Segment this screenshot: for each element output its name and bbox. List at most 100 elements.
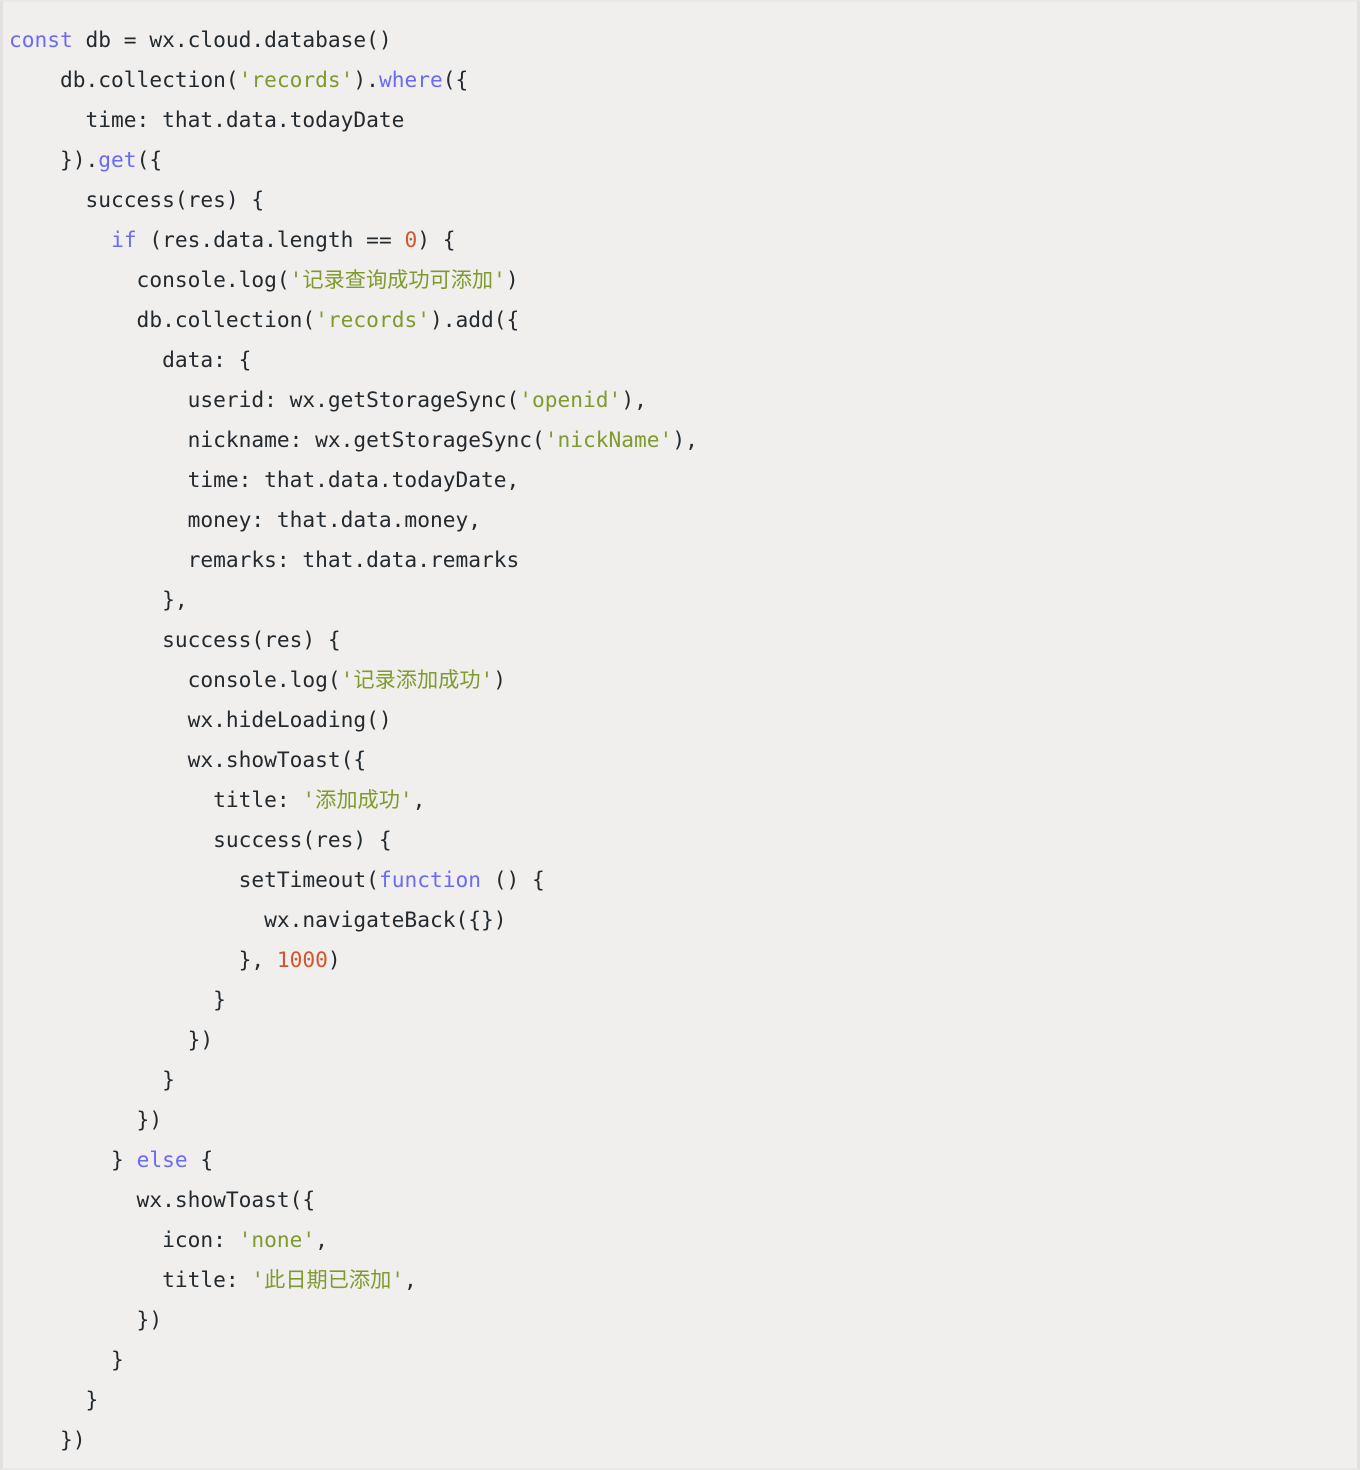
code-token-txt: wx.showToast({ <box>9 1187 316 1212</box>
code-token-str: 'records' <box>238 67 354 92</box>
code-token-fn: where <box>378 67 443 92</box>
code-token-txt: data: { <box>9 347 252 372</box>
code-token-kw: else <box>136 1147 188 1172</box>
code-token-txt: remarks: that.data.remarks <box>9 547 520 572</box>
code-token-txt: money: that.data.money, <box>9 507 481 532</box>
code-token-txt: ), <box>672 427 698 452</box>
code-token-txt: wx.hideLoading() <box>9 707 392 732</box>
code-token-txt: db.collection( <box>9 67 239 92</box>
code-line: } else { <box>9 1140 1357 1180</box>
code-token-txt: } <box>9 1387 99 1412</box>
code-token-kw: if <box>111 227 137 252</box>
code-token-txt: } <box>9 1347 124 1372</box>
code-line: wx.showToast({ <box>9 1180 1357 1220</box>
code-token-txt: console.log( <box>9 267 290 292</box>
code-line: }) <box>9 1100 1357 1140</box>
code-line: if (res.data.length == 0) { <box>9 220 1357 260</box>
code-token-txt: db.collection( <box>9 307 316 332</box>
code-token-txt: ). <box>353 67 379 92</box>
code-token-txt: } <box>9 987 226 1012</box>
code-line: const db = wx.cloud.database() <box>9 20 1357 60</box>
code-token-txt: } <box>9 1147 137 1172</box>
code-line: console.log('记录添加成功') <box>9 660 1357 700</box>
code-token-txt: db = wx.cloud.database() <box>72 27 392 52</box>
code-token-txt: (res.data.length == <box>136 227 405 252</box>
code-token-str: 'nickName' <box>544 427 673 452</box>
code-line: db.collection('records').add({ <box>9 300 1357 340</box>
code-token-txt: }, <box>9 947 277 972</box>
code-line: console.log('记录查询成功可添加') <box>9 260 1357 300</box>
code-line: userid: wx.getStorageSync('openid'), <box>9 380 1357 420</box>
code-token-txt: userid: wx.getStorageSync( <box>9 387 520 412</box>
code-token-txt: time: that.data.todayDate <box>9 107 405 132</box>
code-token-txt: success(res) { <box>9 627 341 652</box>
code-token-txt: ({ <box>136 147 163 172</box>
code-token-txt: success(res) { <box>9 187 265 212</box>
code-token-txt: }). <box>9 147 99 172</box>
code-token-str: 'records' <box>315 307 430 332</box>
code-token-str: '记录添加成功' <box>340 667 494 692</box>
code-line: }) <box>9 1020 1357 1060</box>
code-token-txt: ) <box>493 667 507 692</box>
code-token-str: '此日期已添加' <box>251 1267 405 1292</box>
code-line: title: '此日期已添加', <box>9 1260 1357 1300</box>
code-token-txt: ) <box>327 947 341 972</box>
code-line: title: '添加成功', <box>9 780 1357 820</box>
code-token-txt: setTimeout( <box>9 867 379 892</box>
code-token-fn: get <box>98 147 137 172</box>
code-token-txt: ) <box>505 267 519 292</box>
code-line: db.collection('records').where({ <box>9 60 1357 100</box>
code-token-kw: function <box>378 867 481 892</box>
code-token-str: 'none' <box>238 1227 316 1252</box>
code-token-txt: ).add({ <box>429 307 520 332</box>
code-token-txt: ({ <box>442 67 469 92</box>
code-token-txt: }) <box>9 1027 214 1052</box>
code-token-txt: nickname: wx.getStorageSync( <box>9 427 545 452</box>
code-line: time: that.data.todayDate, <box>9 460 1357 500</box>
code-token-txt: ), <box>621 387 647 412</box>
code-line: } <box>9 1340 1357 1380</box>
code-line: setTimeout(function () { <box>9 860 1357 900</box>
code-block: const db = wx.cloud.database() db.collec… <box>0 0 1360 1470</box>
code-line: success(res) { <box>9 180 1357 220</box>
code-token-txt: success(res) { <box>9 827 392 852</box>
code-token-str: '添加成功' <box>302 787 413 812</box>
code-line: }) <box>9 1300 1357 1340</box>
code-token-txt: , <box>404 1267 417 1292</box>
code-line: time: that.data.todayDate <box>9 100 1357 140</box>
code-token-num: 1000 <box>276 947 328 972</box>
code-token-txt: title: <box>9 787 303 812</box>
code-line: } <box>9 1060 1357 1100</box>
code-token-txt: time: that.data.todayDate, <box>9 467 520 492</box>
code-line: money: that.data.money, <box>9 500 1357 540</box>
code-token-txt: }) <box>9 1427 86 1452</box>
code-token-txt: , <box>412 787 426 812</box>
code-line: data: { <box>9 340 1357 380</box>
code-token-kw: const <box>9 27 73 52</box>
code-line: wx.showToast({ <box>9 740 1357 780</box>
code-line: }, <box>9 580 1357 620</box>
code-token-txt: } <box>9 1067 175 1092</box>
code-listing[interactable]: const db = wx.cloud.database() db.collec… <box>3 20 1357 1460</box>
code-line: success(res) { <box>9 620 1357 660</box>
code-token-txt: }) <box>9 1107 163 1132</box>
code-line: nickname: wx.getStorageSync('nickName'), <box>9 420 1357 460</box>
code-token-str: 'openid' <box>519 387 622 412</box>
code-token-txt: , <box>315 1227 328 1252</box>
code-token-num: 0 <box>404 227 418 252</box>
code-line: }).get({ <box>9 140 1357 180</box>
code-token-str: '记录查询成功可添加' <box>289 267 506 292</box>
code-line: wx.navigateBack({}) <box>9 900 1357 940</box>
code-line: }, 1000) <box>9 940 1357 980</box>
code-token-txt: { <box>187 1147 214 1172</box>
code-line: }) <box>9 1420 1357 1460</box>
code-line: wx.hideLoading() <box>9 700 1357 740</box>
code-token-txt: icon: <box>9 1227 239 1252</box>
code-line: } <box>9 980 1357 1020</box>
code-line: icon: 'none', <box>9 1220 1357 1260</box>
code-token-txt: wx.navigateBack({}) <box>9 907 507 932</box>
code-token-txt: () { <box>481 867 545 892</box>
code-line: } <box>9 1380 1357 1420</box>
code-token-txt: ) { <box>417 227 456 252</box>
code-token-txt: console.log( <box>9 667 341 692</box>
